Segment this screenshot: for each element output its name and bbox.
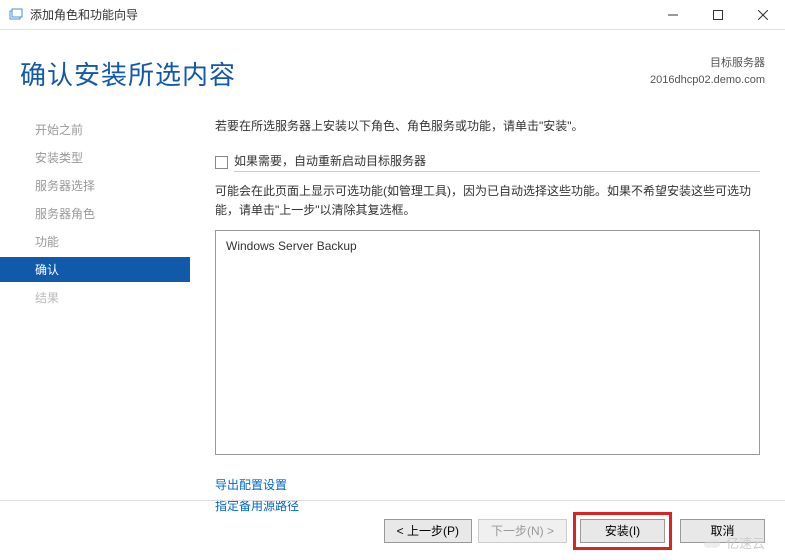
sidebar-item-install-type[interactable]: 安装类型 <box>20 145 190 170</box>
maximize-button[interactable] <box>695 0 740 29</box>
window-title: 添加角色和功能向导 <box>30 6 650 23</box>
app-icon <box>8 7 24 23</box>
auto-restart-row: 如果需要，自动重新启动目标服务器 <box>215 152 760 172</box>
sidebar-item-server-select[interactable]: 服务器选择 <box>20 173 190 198</box>
footer: < 上一步(P) 下一步(N) > 安装(I) 取消 <box>0 500 785 560</box>
auto-restart-checkbox[interactable] <box>215 156 228 169</box>
server-label: 目标服务器 <box>650 55 765 72</box>
body: 开始之前 安装类型 服务器选择 服务器角色 功能 确认 结果 若要在所选服务器上… <box>0 107 785 507</box>
sidebar-item-confirm[interactable]: 确认 <box>0 257 190 282</box>
sidebar-item-before-start[interactable]: 开始之前 <box>20 117 190 142</box>
titlebar: 添加角色和功能向导 <box>0 0 785 30</box>
install-button[interactable]: 安装(I) <box>580 519 665 543</box>
close-button[interactable] <box>740 0 785 29</box>
next-button: 下一步(N) > <box>478 519 567 543</box>
header: 确认安装所选内容 目标服务器 2016dhcp02.demo.com <box>0 30 785 107</box>
server-name: 2016dhcp02.demo.com <box>650 72 765 89</box>
main-content: 若要在所选服务器上安装以下角色、角色服务或功能，请单击"安装"。 如果需要，自动… <box>190 107 785 507</box>
feature-item: Windows Server Backup <box>226 239 749 253</box>
intro-text: 若要在所选服务器上安装以下角色、角色服务或功能，请单击"安装"。 <box>215 117 760 134</box>
sidebar: 开始之前 安装类型 服务器选择 服务器角色 功能 确认 结果 <box>0 107 190 507</box>
sidebar-item-result: 结果 <box>20 285 190 310</box>
previous-button[interactable]: < 上一步(P) <box>384 519 472 543</box>
sidebar-item-feature[interactable]: 功能 <box>20 229 190 254</box>
info-text: 可能会在此页面上显示可选功能(如管理工具)，因为已自动选择这些功能。如果不希望安… <box>215 182 760 220</box>
export-config-link[interactable]: 导出配置设置 <box>215 475 760 495</box>
feature-list: Windows Server Backup <box>215 230 760 455</box>
cancel-button[interactable]: 取消 <box>680 519 765 543</box>
auto-restart-label: 如果需要，自动重新启动目标服务器 <box>234 152 760 172</box>
sidebar-item-server-role[interactable]: 服务器角色 <box>20 201 190 226</box>
server-info: 目标服务器 2016dhcp02.demo.com <box>650 55 765 88</box>
install-highlight: 安装(I) <box>573 512 672 550</box>
window-controls <box>650 0 785 29</box>
page-title: 确认安装所选内容 <box>20 55 236 92</box>
minimize-button[interactable] <box>650 0 695 29</box>
